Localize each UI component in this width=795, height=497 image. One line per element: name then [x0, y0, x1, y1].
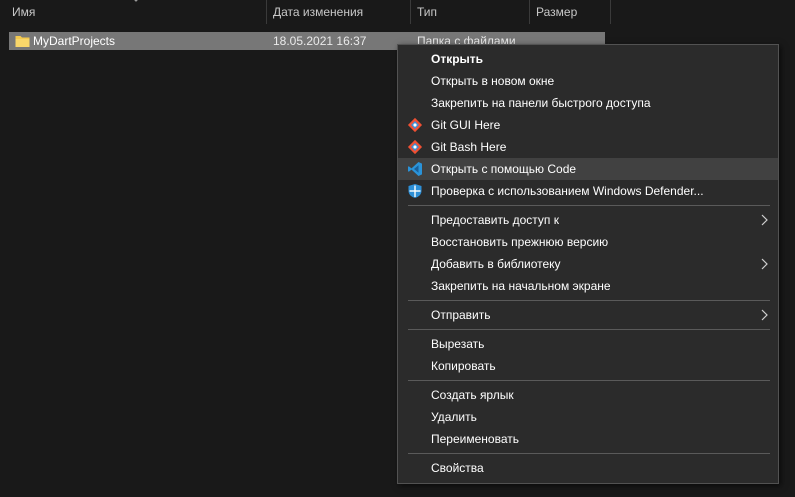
- menu-item-label: Свойства: [431, 461, 484, 475]
- menu-item-git-bash[interactable]: Git Bash Here: [398, 136, 778, 158]
- column-separator[interactable]: [610, 0, 611, 24]
- menu-item-label: Открыть в новом окне: [431, 74, 555, 88]
- menu-item-pin-quick-access[interactable]: Закрепить на панели быстрого доступа: [398, 92, 778, 114]
- menu-item-give-access[interactable]: Предоставить доступ к: [398, 209, 778, 231]
- menu-item-label: Переименовать: [431, 432, 519, 446]
- menu-item-rename[interactable]: Переименовать: [398, 428, 778, 450]
- column-name-label: Имя: [12, 5, 36, 19]
- column-size[interactable]: Размер: [530, 0, 610, 24]
- menu-item-label: Вырезать: [431, 337, 485, 351]
- column-date[interactable]: Дата изменения: [267, 0, 410, 24]
- file-date: 18.05.2021 16:37: [273, 34, 367, 48]
- menu-separator: [408, 205, 770, 206]
- column-date-label: Дата изменения: [273, 5, 364, 19]
- menu-item-defender-scan[interactable]: Проверка с использованием Windows Defend…: [398, 180, 778, 202]
- menu-item-label: Git GUI Here: [431, 118, 501, 132]
- menu-item-label: Закрепить на начальном экране: [431, 279, 611, 293]
- menu-separator: [408, 329, 770, 330]
- menu-item-label: Предоставить доступ к: [431, 213, 559, 227]
- menu-item-delete[interactable]: Удалить: [398, 406, 778, 428]
- menu-item-label: Git Bash Here: [431, 140, 507, 154]
- menu-item-send-to[interactable]: Отправить: [398, 304, 778, 326]
- menu-item-label: Открыть: [431, 52, 484, 66]
- menu-item-copy[interactable]: Копировать: [398, 355, 778, 377]
- menu-item-open-new-window[interactable]: Открыть в новом окне: [398, 70, 778, 92]
- column-size-label: Размер: [536, 5, 578, 19]
- menu-item-label: Отправить: [431, 308, 491, 322]
- chevron-right-icon: [761, 214, 768, 226]
- menu-item-label: Удалить: [431, 410, 477, 424]
- menu-item-label: Создать ярлык: [431, 388, 514, 402]
- folder-icon: [15, 36, 30, 47]
- menu-item-label: Добавить в библиотеку: [431, 257, 561, 271]
- menu-separator: [408, 453, 770, 454]
- chevron-right-icon: [761, 309, 768, 321]
- menu-item-label: Открыть с помощью Code: [431, 162, 577, 176]
- defender-shield-icon: [408, 184, 422, 198]
- menu-item-label: Копировать: [431, 359, 496, 373]
- chevron-right-icon: [761, 258, 768, 270]
- file-name: MyDartProjects: [33, 34, 116, 48]
- column-type-label: Тип: [417, 5, 438, 19]
- menu-item-restore-previous[interactable]: Восстановить прежнюю версию: [398, 231, 778, 253]
- git-icon: [407, 117, 423, 133]
- menu-item-cut[interactable]: Вырезать: [398, 333, 778, 355]
- git-icon: [407, 139, 423, 155]
- menu-item-label: Закрепить на панели быстрого доступа: [431, 96, 651, 110]
- menu-item-git-gui[interactable]: Git GUI Here: [398, 114, 778, 136]
- menu-item-label: Восстановить прежнюю версию: [431, 235, 609, 249]
- menu-item-properties[interactable]: Свойства: [398, 457, 778, 479]
- menu-separator: [408, 380, 770, 381]
- context-menu: Открыть Открыть в новом окне Закрепить н…: [397, 44, 779, 484]
- menu-item-create-shortcut[interactable]: Создать ярлык: [398, 384, 778, 406]
- column-type[interactable]: Тип: [411, 0, 529, 24]
- menu-item-add-to-library[interactable]: Добавить в библиотеку: [398, 253, 778, 275]
- menu-item-pin-start[interactable]: Закрепить на начальном экране: [398, 275, 778, 297]
- menu-item-open[interactable]: Открыть: [398, 48, 778, 70]
- menu-separator: [408, 300, 770, 301]
- vscode-icon: [408, 162, 422, 176]
- sort-arrow-icon: [134, 0, 138, 2]
- menu-item-open-with-code[interactable]: Открыть с помощью Code: [398, 158, 778, 180]
- menu-item-label: Проверка с использованием Windows Defend…: [431, 184, 704, 198]
- column-header: Имя Дата изменения Тип Размер: [0, 0, 795, 24]
